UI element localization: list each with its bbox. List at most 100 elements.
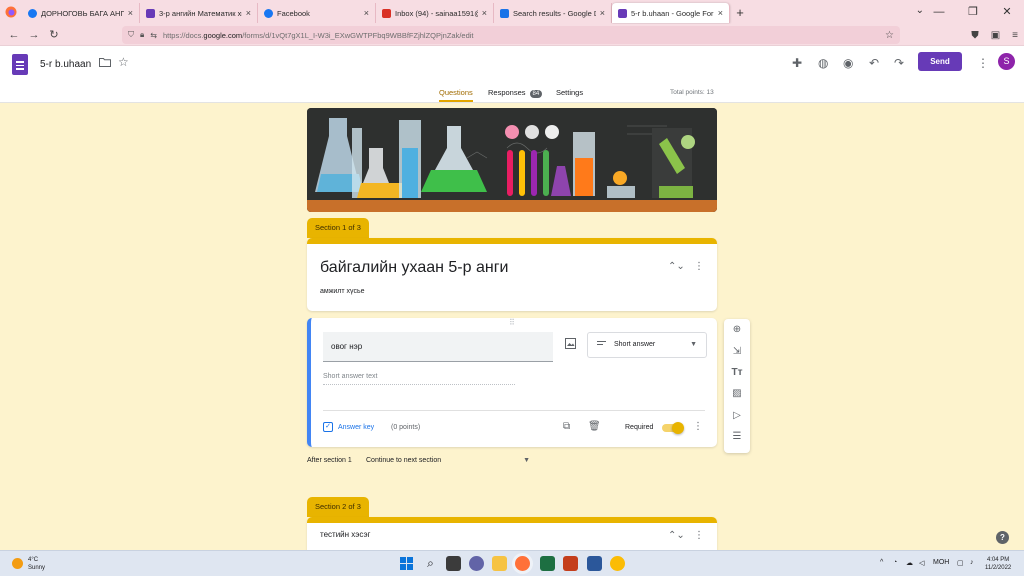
close-tab-icon[interactable]: × xyxy=(364,8,369,18)
tab-questions[interactable]: Questions xyxy=(439,88,473,102)
form-description[interactable]: амжилт хүсье xyxy=(320,288,365,295)
reload-icon[interactable]: ↻ xyxy=(44,28,64,41)
weather-condition: Sunny xyxy=(28,565,46,571)
sun-icon[interactable] xyxy=(12,558,23,569)
search-icon[interactable]: ⌕ xyxy=(423,556,438,571)
minimize-icon[interactable]: — xyxy=(922,0,956,24)
more-vert-icon[interactable]: ⋮ xyxy=(693,421,703,432)
new-tab-button[interactable]: + xyxy=(730,5,750,20)
weather-widget[interactable]: 4°C Sunny xyxy=(28,556,45,572)
close-tab-icon[interactable]: × xyxy=(482,8,487,18)
close-tab-icon[interactable]: × xyxy=(128,8,133,18)
lock-icon[interactable]: 🔒︎ xyxy=(140,30,144,40)
tab-responses[interactable]: Responses 84 xyxy=(488,88,543,98)
permissions-icon[interactable]: ⇆ xyxy=(150,31,157,40)
close-tab-icon[interactable]: × xyxy=(718,8,723,18)
speaker-icon[interactable]: ♪ xyxy=(970,559,974,566)
palette-icon[interactable]: ◍ xyxy=(818,56,828,70)
help-icon[interactable]: ? xyxy=(996,531,1009,544)
url-path: /forms/d/1vQt7gX1L_I-W3i_EXwGWTPFbq9WBBf… xyxy=(242,30,474,40)
windows-start-icon[interactable] xyxy=(399,556,414,571)
chrome-icon[interactable] xyxy=(610,556,625,571)
browser-tab[interactable]: Inbox (94) - sainaa1591@gmail. × xyxy=(376,3,494,23)
add-section-icon[interactable]: ☰ xyxy=(724,431,750,442)
close-window-icon[interactable]: ✕ xyxy=(990,0,1024,24)
add-title-icon[interactable]: Tт xyxy=(724,367,750,378)
input-language[interactable]: МОН xyxy=(933,559,949,566)
more-vert-icon[interactable]: ⋮ xyxy=(694,530,704,541)
chat-icon[interactable] xyxy=(469,556,484,571)
add-video-icon[interactable]: ▷ xyxy=(724,410,750,421)
browser-tab-strip: ДОРНОГОВЬ БАГА АНГИЙН Б × 3-р ангийн Мат… xyxy=(0,0,1024,24)
browser-tab-active[interactable]: 5-r b.uhaan - Google Forms × xyxy=(612,3,730,23)
add-ons-icon[interactable]: ✚ xyxy=(792,56,802,70)
cloud-icon[interactable]: ☁ xyxy=(906,559,913,567)
question-type-select[interactable]: Short answer ▼ xyxy=(587,332,707,358)
redo-icon[interactable]: ↷ xyxy=(894,56,904,70)
word-icon[interactable] xyxy=(587,556,602,571)
avatar[interactable]: S xyxy=(998,53,1015,70)
tab-settings[interactable]: Settings xyxy=(556,88,583,97)
form-tabs: Questions Responses 84 Settings Total poi… xyxy=(0,83,1024,103)
volume-icon[interactable]: ◁ xyxy=(919,559,924,567)
delete-trash-icon[interactable]: 🗑︎ xyxy=(588,421,601,432)
add-question-icon[interactable]: ⊕ xyxy=(724,324,750,335)
points-label: (0 points) xyxy=(391,424,421,431)
preview-eye-icon[interactable]: ◉ xyxy=(843,56,853,70)
duplicate-icon[interactable]: ⧉ xyxy=(563,421,570,432)
more-vert-icon[interactable]: ⋮ xyxy=(694,261,704,272)
browser-tab[interactable]: Search results - Google Drive × xyxy=(494,3,612,23)
system-clock[interactable]: 4:04 PM 11/2/2022 xyxy=(985,556,1011,572)
url-bar[interactable]: ⛉ 🔒︎ ⇆ https://docs. google.com/forms/d/1… xyxy=(122,26,900,44)
after-section-select[interactable]: Continue to next section ▼ xyxy=(366,457,532,464)
undo-icon[interactable]: ↶ xyxy=(869,56,879,70)
collapse-section-icon[interactable]: ⌃⌄ xyxy=(668,261,685,272)
close-tab-icon[interactable]: × xyxy=(246,8,251,18)
close-tab-icon[interactable]: × xyxy=(600,8,605,18)
question-title-input[interactable]: овог нэр xyxy=(323,332,553,362)
file-explorer-icon[interactable] xyxy=(492,556,507,571)
browser-tab[interactable]: 3-р ангийн Математик хичээл × xyxy=(140,3,258,23)
more-vert-icon[interactable]: ⋮ xyxy=(977,56,989,70)
show-hidden-icons[interactable]: ^ xyxy=(880,559,883,566)
import-questions-icon[interactable]: ⇲ xyxy=(724,346,750,357)
extension-icon[interactable]: ▣ xyxy=(991,30,1000,41)
chat-tray-icon[interactable]: ▢ xyxy=(957,559,964,567)
firefox-menu-icon[interactable] xyxy=(0,0,22,24)
browser-tab[interactable]: ДОРНОГОВЬ БАГА АНГИЙН Б × xyxy=(22,3,140,23)
google-forms-logo[interactable] xyxy=(12,54,28,75)
pocket-icon[interactable]: ⛊ xyxy=(971,30,979,41)
section-1-header-card[interactable]: байгалийн ухаан 5-р анги амжилт хүсье ⌃⌄… xyxy=(307,238,717,311)
drag-handle-icon[interactable]: ⠿ xyxy=(509,318,515,327)
hamburger-menu-icon[interactable]: ≡ xyxy=(1012,30,1018,41)
document-title[interactable]: 5-r b.uhaan xyxy=(40,59,91,70)
question-card[interactable]: ⠿ овог нэр Short answer ▼ Short answer t… xyxy=(307,318,717,447)
network-icon[interactable]: ◔ xyxy=(893,559,897,566)
total-points: Total points: 13 xyxy=(670,89,714,96)
browser-tab[interactable]: Facebook × xyxy=(258,3,376,23)
required-toggle[interactable] xyxy=(662,421,684,434)
short-answer-placeholder: Short answer text xyxy=(323,373,515,385)
star-icon[interactable]: ☆ xyxy=(118,55,129,69)
shield-icon[interactable]: ⛉ xyxy=(128,30,134,40)
collapse-section-icon[interactable]: ⌃⌄ xyxy=(668,530,685,541)
section-2-title[interactable]: тестийн хэсэг xyxy=(320,530,370,539)
send-button[interactable]: Send xyxy=(918,52,962,71)
excel-icon[interactable] xyxy=(540,556,555,571)
required-label: Required xyxy=(625,424,654,431)
browser-extensions: ⛊ ▣ ≡ xyxy=(971,24,1018,46)
forward-icon[interactable]: → xyxy=(24,29,44,41)
google-drive-icon xyxy=(500,8,509,18)
bookmark-star-icon[interactable]: ☆ xyxy=(885,30,894,41)
add-image-icon[interactable]: ▨ xyxy=(724,388,750,399)
back-icon[interactable]: ← xyxy=(4,29,24,41)
add-image-icon[interactable] xyxy=(565,338,576,352)
answer-key-button[interactable]: ✓ Answer key xyxy=(323,422,374,432)
folder-icon[interactable] xyxy=(99,56,111,70)
restore-icon[interactable]: ❐ xyxy=(956,0,990,24)
question-footer: ✓ Answer key (0 points) ⧉ 🗑︎ Required ⋮ xyxy=(323,419,705,439)
firefox-icon[interactable] xyxy=(515,556,530,571)
form-title[interactable]: байгалийн ухаан 5-р анги xyxy=(320,259,508,277)
powerpoint-icon[interactable] xyxy=(563,556,578,571)
task-view-icon[interactable] xyxy=(446,556,461,571)
